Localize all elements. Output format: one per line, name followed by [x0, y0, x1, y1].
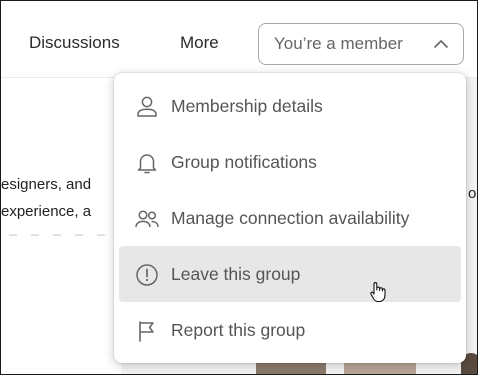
tab-more[interactable]: More	[180, 33, 219, 53]
hand-cursor-icon	[370, 282, 386, 303]
menu-item-label: Manage connection availability	[171, 207, 410, 228]
menu-item-manage-connection-availability[interactable]: Manage connection availability	[119, 190, 461, 246]
menu-item-group-notifications[interactable]: Group notifications	[119, 134, 461, 190]
bell-icon	[137, 154, 157, 174]
app-window: esigners, and experience, a o Discussion…	[0, 0, 478, 375]
people-icon	[135, 210, 159, 228]
chevron-up-icon	[434, 40, 448, 48]
about-text-line: esigners, and	[1, 176, 92, 193]
tab-discussions[interactable]: Discussions	[29, 33, 120, 53]
menu-item-label: Group notifications	[171, 151, 317, 172]
person-icon	[137, 96, 157, 117]
flag-icon	[139, 321, 154, 342]
menu-item-label: Membership details	[171, 95, 323, 116]
membership-dropdown-button[interactable]: You’re a member	[258, 23, 464, 65]
about-text-line: experience, a	[1, 203, 92, 220]
alert-circle-icon	[136, 264, 158, 286]
group-nav-bar: Discussions More You’re a member	[1, 1, 477, 78]
side-text-fragment: o	[468, 185, 477, 202]
loading-placeholder	[9, 234, 109, 236]
menu-item-label: Leave this group	[171, 263, 301, 284]
group-about-card	[1, 78, 121, 374]
membership-button-label: You’re a member	[274, 34, 403, 53]
menu-item-membership-details[interactable]: Membership details	[119, 78, 461, 134]
menu-item-leave-group[interactable]: Leave this group	[119, 246, 461, 302]
menu-item-label: Report this group	[171, 319, 306, 340]
menu-item-report-group[interactable]: Report this group	[119, 302, 461, 358]
membership-menu: Membership details Group notifications M…	[114, 73, 466, 363]
